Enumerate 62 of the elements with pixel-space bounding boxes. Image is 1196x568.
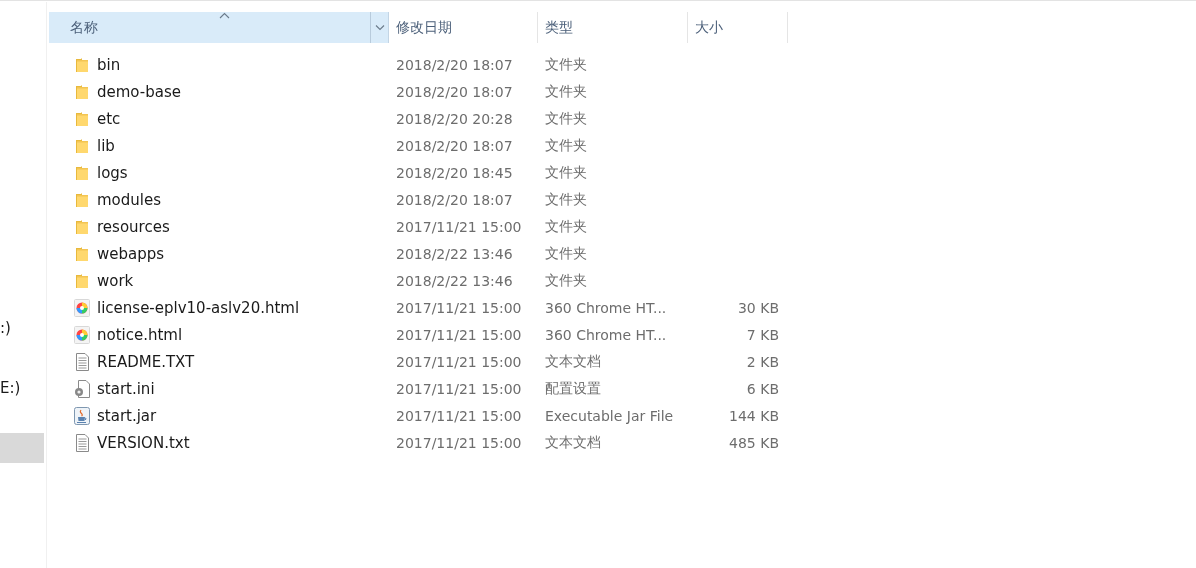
file-name[interactable]: license-eplv10-aslv20.html (97, 298, 300, 317)
nav-item[interactable]: E:) (0, 373, 44, 403)
modified-date: 2017/11/21 15:00 (395, 434, 523, 451)
file-name[interactable]: webapps (97, 244, 165, 263)
file-size: 30 KB (736, 299, 780, 316)
modified-date: 2018/2/20 18:07 (395, 83, 514, 100)
file-type: Executable Jar File (544, 407, 675, 424)
document-icon (74, 433, 90, 452)
file-name[interactable]: README.TXT (97, 352, 195, 371)
nav-item[interactable]: :) (0, 313, 44, 343)
modified-date: 2017/11/21 15:00 (395, 218, 523, 235)
column-header[interactable]: 名称 (49, 12, 389, 43)
modified-date: 2017/11/21 15:00 (395, 353, 523, 370)
file-type: 文件夹 (544, 55, 588, 74)
modified-date: 2018/2/20 18:07 (395, 56, 514, 73)
file-type: 360 Chrome HT... (544, 326, 668, 343)
modified-date: 2017/11/21 15:00 (395, 299, 523, 316)
column-header[interactable]: 修改日期 (389, 12, 538, 43)
file-type: 文本文档 (544, 352, 602, 371)
modified-date: 2017/11/21 15:00 (395, 326, 523, 343)
file-type: 文件夹 (544, 109, 588, 128)
file-type: 文件夹 (544, 244, 588, 263)
file-size: 485 KB (728, 434, 780, 451)
file-name[interactable]: notice.html (97, 325, 183, 344)
file-name[interactable]: logs (97, 163, 128, 182)
file-type: 文件夹 (544, 190, 588, 209)
column-header[interactable]: 类型 (538, 12, 688, 43)
document-icon (74, 352, 90, 371)
file-name[interactable]: modules (97, 190, 162, 209)
file-name[interactable]: resources (97, 217, 170, 236)
file-type: 文件夹 (544, 271, 588, 290)
modified-date: 2018/2/20 20:28 (395, 110, 514, 127)
file-type: 文件夹 (544, 217, 588, 236)
file-name[interactable]: lib (97, 136, 115, 155)
file-size: 144 KB (728, 407, 780, 424)
coffee-cup-icon (74, 406, 90, 425)
modified-date: 2017/11/21 15:00 (395, 407, 523, 424)
file-type: 文件夹 (544, 82, 588, 101)
file-size: 2 KB (745, 353, 780, 370)
modified-date: 2018/2/20 18:45 (395, 164, 514, 181)
file-name[interactable]: bin (97, 55, 121, 74)
file-type: 配置设置 (544, 379, 602, 398)
file-type: 文本文档 (544, 433, 602, 452)
file-name[interactable]: VERSION.txt (97, 433, 190, 452)
file-size: 6 KB (745, 380, 780, 397)
modified-date: 2018/2/20 18:07 (395, 137, 514, 154)
modified-date: 2018/2/22 13:46 (395, 272, 514, 289)
file-name[interactable]: etc (97, 109, 121, 128)
file-type: 文件夹 (544, 163, 588, 182)
settings-document-icon (74, 379, 90, 398)
file-name[interactable]: start.ini (97, 379, 155, 398)
modified-date: 2018/2/20 18:07 (395, 191, 514, 208)
file-size: 7 KB (745, 326, 780, 343)
file-name[interactable]: start.jar (97, 406, 157, 425)
file-name[interactable]: work (97, 271, 134, 290)
column-header[interactable]: 大小 (688, 12, 788, 43)
file-type: 文件夹 (544, 136, 588, 155)
modified-date: 2018/2/22 13:46 (395, 245, 514, 262)
modified-date: 2017/11/21 15:00 (395, 380, 523, 397)
dropdown-chevron-icon[interactable] (375, 24, 385, 31)
file-type: 360 Chrome HT... (544, 299, 668, 316)
file-name[interactable]: demo-base (97, 82, 181, 101)
